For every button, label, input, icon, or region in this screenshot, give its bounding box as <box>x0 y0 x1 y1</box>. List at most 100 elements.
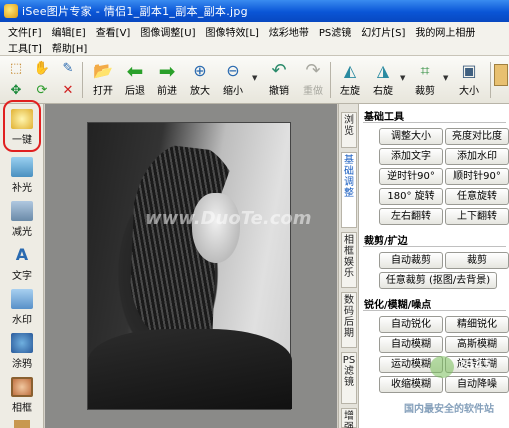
auto-crop-button[interactable]: 自动裁剪 <box>379 252 443 269</box>
rotate-left-button[interactable]: ◭ 左旋 <box>333 60 367 100</box>
left-sidebar: 一键 补光 减光 A 文字 水印 涂鸦 相框 <box>0 104 44 428</box>
rotate-right-icon: ◮ <box>376 61 390 80</box>
vertical-tab-strip: 浏览 基础调整 相框娱乐 数码后期 PS滤镜 增强 <box>338 104 358 428</box>
tab-digital-post[interactable]: 数码后期 <box>341 292 357 348</box>
hand-tool-icon[interactable]: ✋ <box>32 59 52 78</box>
gaussian-blur-button[interactable]: 高斯模糊 <box>445 336 509 353</box>
toolbar: ⬚ ✋ ✎ ✥ ⟳ ✕ 📂 打开 ⬅ 后退 ➡ 前进 ⊕ 放大 ⊖ 缩小 ▼ ↶… <box>0 56 509 104</box>
forward-label: 前进 <box>157 86 177 97</box>
tab-browse[interactable]: 浏览 <box>341 112 357 148</box>
photo-shoulder <box>88 329 292 409</box>
sidebar-more-icon[interactable] <box>14 420 30 428</box>
crop-dropdown-icon[interactable]: ▼ <box>443 74 448 82</box>
eyedropper-icon[interactable]: ✎ <box>58 59 78 78</box>
text-icon: A <box>15 245 29 264</box>
flip-horizontal-button[interactable]: 左右翻转 <box>379 208 443 225</box>
window-title: iSee图片专家 - 情侣1_副本1_副本_副本.jpg <box>22 5 248 18</box>
back-label: 后退 <box>125 86 145 97</box>
menu-online-album[interactable]: 我的网上相册 <box>415 24 475 40</box>
tab-enhance[interactable]: 增强 <box>341 408 357 428</box>
menu-slideshow[interactable]: 幻灯片[S] <box>361 24 405 40</box>
menu-edit[interactable]: 编辑[E] <box>52 24 86 40</box>
divider <box>363 122 506 123</box>
crop-tool-button[interactable]: 裁剪 <box>445 252 509 269</box>
pan-tool-icon[interactable]: ✥ <box>6 81 26 100</box>
select-tool-icon[interactable]: ⬚ <box>6 59 26 78</box>
zoom-in-icon: ⊕ <box>193 61 207 80</box>
resize-button[interactable]: ▣ 大小 <box>452 60 486 100</box>
free-crop-button[interactable]: 任意裁剪 (抠图/去背景) <box>379 272 497 289</box>
crop-button[interactable]: ⌗ 裁剪 <box>408 60 442 100</box>
rotate-right-button[interactable]: ◮ 右旋 <box>366 60 400 100</box>
zoom-in-label: 放大 <box>190 86 210 97</box>
sidebar-label: 涂鸦 <box>12 359 32 370</box>
redo-icon: ↷ <box>305 60 321 81</box>
undo-label: 撤销 <box>269 86 289 97</box>
resize-icon: ▣ <box>461 61 477 80</box>
menu-help[interactable]: 帮助[H] <box>52 40 87 56</box>
menu-ps-filter[interactable]: PS滤镜 <box>319 24 351 40</box>
redo-label: 重做 <box>303 86 323 97</box>
toolbar-separator <box>490 62 491 98</box>
zoom-out-button[interactable]: ⊖ 缩小 <box>216 60 250 100</box>
zoom-out-label: 缩小 <box>223 86 243 97</box>
resize-label: 大小 <box>459 86 479 97</box>
section-title-sharpen: 锐化/模糊/噪点 <box>364 300 432 311</box>
add-text-button[interactable]: 添加文字 <box>379 148 443 165</box>
frame-icon <box>11 377 33 397</box>
back-button[interactable]: ⬅ 后退 <box>118 60 152 100</box>
rotate-ccw-90-button[interactable]: 逆时针90° <box>379 168 443 185</box>
free-rotate-button[interactable]: 任意旋转 <box>445 188 509 205</box>
add-watermark-button[interactable]: 添加水印 <box>445 148 509 165</box>
fine-sharpen-button[interactable]: 精细锐化 <box>445 316 509 333</box>
zoom-in-button[interactable]: ⊕ 放大 <box>183 60 217 100</box>
sidebar-item-doodle[interactable]: 涂鸦 <box>4 330 40 374</box>
rotate-dropdown-icon[interactable]: ▼ <box>400 74 405 82</box>
refresh-icon[interactable]: ⟳ <box>32 81 52 100</box>
rotate-left-icon: ◭ <box>343 61 357 80</box>
title-bar: iSee图片专家 - 情侣1_副本1_副本_副本.jpg <box>0 0 509 22</box>
app-icon <box>4 4 18 18</box>
sidebar-item-frame[interactable]: 相框 <box>4 374 40 418</box>
toolbar-overflow-icon[interactable] <box>494 64 508 86</box>
crop-icon: ⌗ <box>420 61 430 80</box>
brightness-contrast-button[interactable]: 亮度对比度 <box>445 128 509 145</box>
back-arrow-icon: ⬅ <box>126 59 144 83</box>
toolbar-separator <box>82 62 83 98</box>
sidebar-item-text[interactable]: A 文字 <box>4 242 40 286</box>
image-canvas[interactable]: www.DuoTe.com <box>45 104 337 428</box>
menu-image-adjust[interactable]: 图像调整[U] <box>140 24 195 40</box>
menu-tools[interactable]: 工具[T] <box>8 40 42 56</box>
open-button[interactable]: 📂 打开 <box>86 60 120 100</box>
site-watermark-logo: 2345 国内最安全的软件站 <box>402 356 506 428</box>
doodle-icon <box>11 333 33 353</box>
flip-vertical-button[interactable]: 上下翻转 <box>445 208 509 225</box>
tab-ps-filter[interactable]: PS滤镜 <box>341 352 357 404</box>
divider <box>363 310 506 311</box>
close-icon[interactable]: ✕ <box>58 81 78 100</box>
toolbar-separator <box>330 62 331 98</box>
menu-file[interactable]: 文件[F] <box>8 24 42 40</box>
rotate-left-label: 左旋 <box>340 86 360 97</box>
rotate-180-button[interactable]: 180° 旋转 <box>379 188 443 205</box>
auto-sharpen-button[interactable]: 自动锐化 <box>379 316 443 333</box>
sidebar-item-watermark[interactable]: 水印 <box>4 286 40 330</box>
zoom-out-dropdown-icon[interactable]: ▼ <box>252 74 257 82</box>
forward-button[interactable]: ➡ 前进 <box>150 60 184 100</box>
redo-button[interactable]: ↷ 重做 <box>296 60 330 100</box>
menu-color-zone[interactable]: 炫彩地带 <box>269 24 309 40</box>
highlight-annotation <box>3 100 41 152</box>
watermark-logo-text: 2345 <box>458 358 492 372</box>
zoom-out-icon: ⊖ <box>226 61 240 80</box>
auto-blur-button[interactable]: 自动模糊 <box>379 336 443 353</box>
menu-image-effects[interactable]: 图像特效[L] <box>205 24 258 40</box>
rotate-cw-90-button[interactable]: 顺时针90° <box>445 168 509 185</box>
resize-tool-button[interactable]: 调整大小 <box>379 128 443 145</box>
sidebar-item-fill-light[interactable]: 补光 <box>4 154 40 198</box>
sidebar-item-reduce-light[interactable]: 减光 <box>4 198 40 242</box>
tab-frame-fun[interactable]: 相框娱乐 <box>341 232 357 288</box>
undo-button[interactable]: ↶ 撤销 <box>262 60 296 100</box>
tab-basic-adjust[interactable]: 基础调整 <box>341 152 357 228</box>
menu-bar: 文件[F] 编辑[E] 查看[V] 图像调整[U] 图像特效[L] 炫彩地带 P… <box>0 22 509 56</box>
menu-view[interactable]: 查看[V] <box>96 24 131 40</box>
